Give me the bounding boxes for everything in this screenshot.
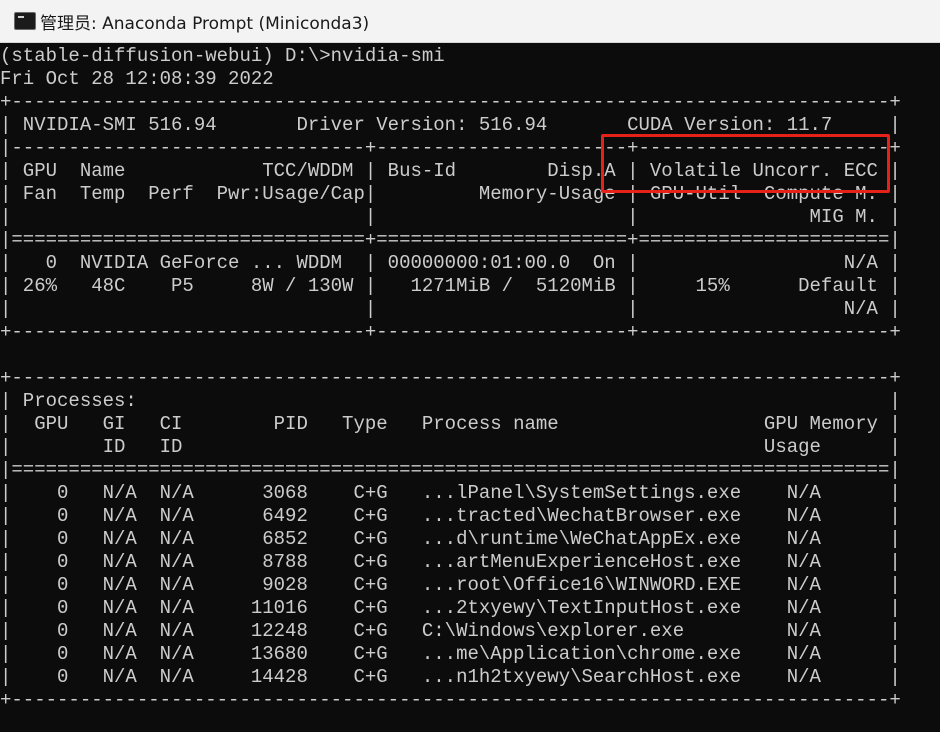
cuda-version-highlight-box <box>601 134 890 193</box>
terminal-line: | 0 N/A N/A 11016 C+G ...2txyewy\TextInp… <box>0 597 901 619</box>
terminal-line: | 0 N/A N/A 13680 C+G ...me\Application\… <box>0 643 901 665</box>
terminal-line: | 0 N/A N/A 8788 C+G ...artMenuExperienc… <box>0 551 901 573</box>
terminal-line: | 0 N/A N/A 6852 C+G ...d\runtime\WeChat… <box>0 528 901 550</box>
terminal-line: | ID ID Usage | <box>0 436 901 458</box>
terminal-line: | Processes: | <box>0 390 901 412</box>
terminal-line: | 0 N/A N/A 3068 C+G ...lPanel\SystemSet… <box>0 482 901 504</box>
terminal-line: | | | MIG M. | <box>0 206 901 228</box>
terminal-line: +---------------------------------------… <box>0 367 901 389</box>
terminal-line: (stable-diffusion-webui) D:\>nvidia-smi <box>0 45 445 67</box>
terminal-line: | 0 N/A N/A 12248 C+G C:\Windows\explore… <box>0 620 901 642</box>
terminal-output[interactable]: (stable-diffusion-webui) D:\>nvidia-smi … <box>0 43 940 732</box>
terminal-line: | 0 N/A N/A 9028 C+G ...root\Office16\WI… <box>0 574 901 596</box>
terminal-line: | GPU GI CI PID Type Process name GPU Me… <box>0 413 901 435</box>
terminal-line: +---------------------------------------… <box>0 689 901 711</box>
terminal-line: | | | N/A | <box>0 298 901 320</box>
terminal-line: | 0 NVIDIA GeForce ... WDDM | 00000000:0… <box>0 252 901 274</box>
terminal-icon <box>14 12 36 30</box>
terminal-line: |=======================================… <box>0 459 901 481</box>
terminal-line: | 0 N/A N/A 14428 C+G ...n1h2txyewy\Sear… <box>0 666 901 688</box>
terminal-line: +-------------------------------+-------… <box>0 321 901 343</box>
terminal-line: Fri Oct 28 12:08:39 2022 <box>0 68 274 90</box>
terminal-line: |===============================+=======… <box>0 229 901 251</box>
terminal-line: | 26% 48C P5 8W / 130W | 1271MiB / 5120M… <box>0 275 901 297</box>
window-title: 管理员: Anaconda Prompt (Miniconda3) <box>40 14 370 34</box>
title-bar[interactable]: 管理员: Anaconda Prompt (Miniconda3) <box>0 0 940 43</box>
terminal-line: +---------------------------------------… <box>0 91 901 113</box>
terminal-line: | 0 N/A N/A 6492 C+G ...tracted\WechatBr… <box>0 505 901 527</box>
